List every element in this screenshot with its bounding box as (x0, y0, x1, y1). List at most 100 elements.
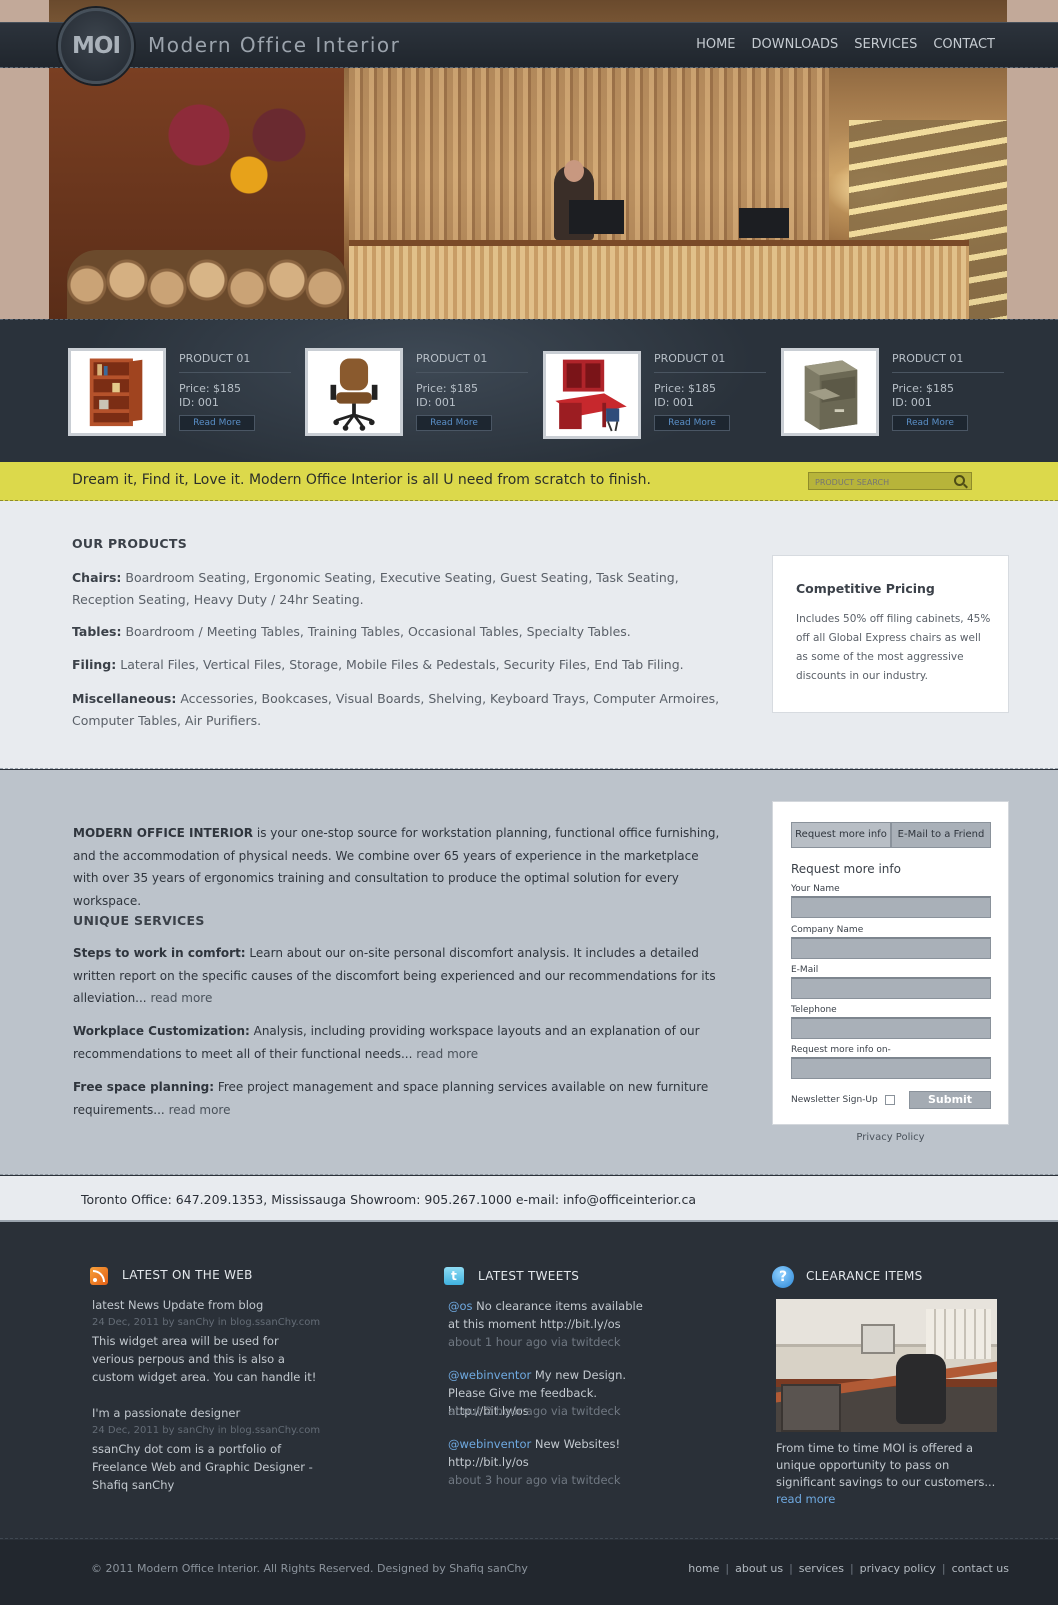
read-more-button[interactable]: Read More (416, 415, 492, 431)
request-info-field[interactable] (791, 1057, 991, 1079)
form-tabs: Request more info E-Mail to a Friend (791, 822, 991, 848)
product-price: Price: $185 ID: 001 (179, 382, 242, 409)
logo-text: MOI (72, 33, 121, 59)
product-category-chairs: Chairs: Boardroom Seating, Ergonomic Sea… (72, 570, 679, 607)
clearance-text: From time to time MOI is offered a uniqu… (776, 1441, 996, 1506)
field-label: Your Name (791, 884, 840, 894)
read-more-link[interactable]: read more (147, 991, 212, 1005)
contact-strip: Toronto Office: 647.209.1353, Mississaug… (0, 1176, 1058, 1222)
name-field[interactable] (791, 896, 991, 918)
featured-products: PRODUCT 01 Price: $185 ID: 001 Read More… (0, 319, 1058, 462)
company-field[interactable] (791, 937, 991, 959)
clearance-office-image[interactable] (776, 1299, 997, 1432)
submit-button[interactable]: Submit (909, 1091, 991, 1109)
desk-hutch-image[interactable] (543, 351, 641, 439)
product-category-filing: Filing: Lateral Files, Vertical Files, S… (72, 657, 684, 672)
product-card: PRODUCT 01 Price: $185 ID: 001 Read More (305, 348, 535, 443)
telephone-field[interactable] (791, 1017, 991, 1039)
rss-icon (90, 1267, 108, 1285)
footer-links: home | about us | services | privacy policy… (688, 1562, 1009, 1575)
pricing-title: Competitive Pricing (796, 581, 935, 596)
product-price: Price: $185 ID: 001 (654, 382, 717, 409)
search-input[interactable] (815, 476, 945, 488)
tweet-meta: about 2 hour ago via twitdeck (448, 1404, 621, 1418)
nav-contact[interactable]: CONTACT (933, 37, 995, 52)
service-item: Free space planning: Free project manage… (73, 1080, 709, 1117)
field-label: E-Mail (791, 965, 819, 975)
product-title: PRODUCT 01 (416, 352, 528, 373)
blog-post-title[interactable]: latest News Update from blog (92, 1296, 322, 1314)
product-title: PRODUCT 01 (654, 352, 766, 373)
product-category-misc: Miscellaneous: Accessories, Bookcases, V… (72, 691, 720, 728)
service-item: Workplace Customization: Analysis, inclu… (73, 1024, 700, 1061)
footer-link-about[interactable]: about us (735, 1562, 783, 1575)
product-card: PRODUCT 01 Price: $185 ID: 001 Read More (781, 348, 1011, 443)
read-more-link[interactable]: read more (412, 1047, 478, 1061)
header-bar: Modern Office Interior HOME DOWNLOADS SE… (0, 22, 1058, 68)
read-more-button[interactable]: Read More (654, 415, 730, 431)
service-item: Steps to work in comfort: Learn about ou… (73, 946, 716, 1005)
pricing-box: Competitive Pricing Includes 50% off fil… (772, 555, 1009, 713)
nav-downloads[interactable]: DOWNLOADS (752, 37, 839, 52)
bottom-bar: © 2011 Modern Office Interior. All Right… (0, 1540, 1058, 1605)
read-more-link[interactable]: read more (776, 1492, 835, 1506)
product-price: Price: $185 ID: 001 (892, 382, 955, 409)
about-text: MODERN OFFICE INTERIOR is your one-stop … (73, 826, 720, 908)
field-label: Request more info on- (791, 1045, 891, 1055)
tagline-text: Dream it, Find it, Love it. Modern Offic… (72, 472, 651, 488)
contact-info: Toronto Office: 647.209.1353, Mississaug… (81, 1192, 696, 1207)
blog-post-meta: 24 Dec, 2011 by sanChy in blog.ssanChy.c… (92, 1425, 321, 1436)
footer-link-services[interactable]: services (799, 1562, 844, 1575)
section-heading: OUR PRODUCTS (72, 536, 187, 551)
site-name: Modern Office Interior (148, 33, 401, 57)
tab-email-friend[interactable]: E-Mail to a Friend (891, 822, 991, 848)
main-nav: HOME DOWNLOADS SERVICES CONTACT (696, 37, 995, 52)
product-card: PRODUCT 01 Price: $185 ID: 001 Read More (68, 348, 298, 443)
footer-link-contact[interactable]: contact us (952, 1562, 1009, 1575)
copyright: © 2011 Modern Office Interior. All Right… (91, 1562, 528, 1575)
product-card: PRODUCT 01 Price: $185 ID: 001 Read More (543, 351, 773, 446)
bookcase-image[interactable] (68, 348, 166, 436)
our-products-section: OUR PRODUCTS Chairs: Boardroom Seating, … (0, 501, 1058, 769)
product-title: PRODUCT 01 (892, 352, 1004, 373)
read-more-button[interactable]: Read More (179, 415, 255, 431)
newsletter-label: Newsletter Sign-Up (791, 1095, 878, 1105)
field-label: Company Name (791, 925, 864, 935)
email-field[interactable] (791, 977, 991, 999)
request-info-form: Request more info E-Mail to a Friend Req… (772, 801, 1009, 1125)
help-icon: ? (772, 1266, 794, 1288)
product-search (808, 472, 972, 490)
twitter-icon: t (444, 1267, 464, 1285)
read-more-button[interactable]: Read More (892, 415, 968, 431)
tab-request-info[interactable]: Request more info (791, 822, 891, 848)
newsletter-checkbox[interactable] (885, 1095, 895, 1105)
widget-title: LATEST ON THE WEB (122, 1268, 253, 1282)
product-title: PRODUCT 01 (179, 352, 291, 373)
tweet-meta: about 1 hour ago via twitdeck (448, 1335, 621, 1349)
footer-link-home[interactable]: home (688, 1562, 719, 1575)
field-label: Telephone (791, 1005, 837, 1015)
logo[interactable]: MOI (58, 8, 134, 84)
office-chair-image[interactable] (305, 348, 403, 436)
tweet: @os No clearance items available at this… (448, 1299, 643, 1331)
nav-services[interactable]: SERVICES (854, 37, 917, 52)
footer-link-privacy[interactable]: privacy policy (860, 1562, 936, 1575)
tweet: @webinventor New Websites! http://bit.ly… (448, 1437, 621, 1469)
blog-post-text: This widget area will be used for veriou… (92, 1334, 317, 1384)
blog-post-meta: 24 Dec, 2011 by sanChy in blog.ssanChy.c… (92, 1317, 321, 1328)
read-more-link[interactable]: read more (165, 1103, 231, 1117)
widget-title: CLEARANCE ITEMS (806, 1269, 923, 1283)
tagline-bar: Dream it, Find it, Love it. Modern Offic… (0, 462, 1058, 501)
pricing-text: Includes 50% off filing cabinets, 45% of… (796, 613, 991, 682)
product-category-tables: Tables: Boardroom / Meeting Tables, Trai… (72, 624, 631, 639)
product-price: Price: $185 ID: 001 (416, 382, 479, 409)
search-icon[interactable] (954, 475, 965, 486)
nav-home[interactable]: HOME (696, 37, 735, 52)
blog-post-text: ssanChy dot com is a portfolio of Freela… (92, 1442, 313, 1492)
privacy-policy-link[interactable]: Privacy Policy (772, 1132, 1009, 1143)
widget-title: LATEST TWEETS (478, 1269, 580, 1283)
tweet-meta: about 3 hour ago via twitdeck (448, 1473, 621, 1487)
filing-cabinet-image[interactable] (781, 348, 879, 436)
blog-post-title[interactable]: I'm a passionate designer (92, 1404, 322, 1422)
form-heading: Request more info (791, 862, 901, 876)
